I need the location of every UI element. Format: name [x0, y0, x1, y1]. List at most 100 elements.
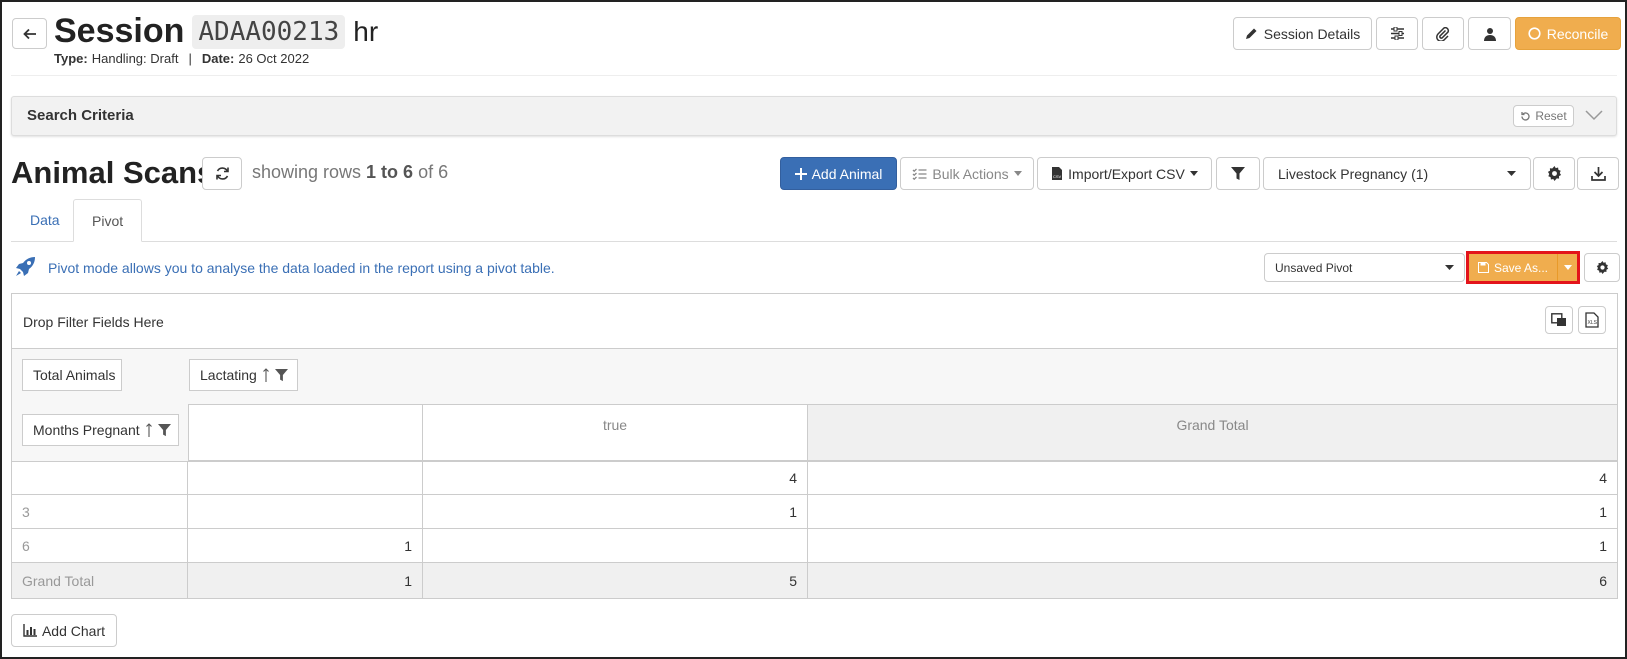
row-field-label: Months Pregnant: [33, 422, 140, 438]
type-value: Handling: Draft: [91, 51, 179, 66]
arrow-left-icon: [22, 28, 36, 39]
caret-down-icon: [1189, 171, 1198, 176]
pivot-layout-button[interactable]: [1545, 306, 1573, 334]
column-header: [188, 404, 423, 461]
save-as-label: Save As...: [1493, 260, 1549, 275]
type-label: Type:: [54, 51, 88, 66]
session-suffix: hr: [353, 15, 379, 47]
refresh-icon: [215, 167, 229, 180]
session-code: ADAA00213: [192, 14, 346, 49]
report-select-value: Livestock Pregnancy (1): [1278, 165, 1429, 182]
caret-down-icon: [1013, 171, 1022, 176]
header-divider: [11, 75, 1617, 76]
pivot-select[interactable]: Unsaved Pivot: [1264, 253, 1465, 282]
reconcile-button[interactable]: Reconcile: [1515, 17, 1621, 50]
tab-data[interactable]: Data: [16, 199, 74, 241]
download-button[interactable]: [1577, 157, 1619, 190]
add-animal-button[interactable]: Add Animal: [780, 157, 897, 190]
svg-text:XLS: XLS: [1588, 320, 1598, 326]
save-as-button[interactable]: Save As...: [1469, 254, 1557, 281]
row-count-prefix: showing rows: [252, 162, 362, 182]
caret-down-icon: [1445, 265, 1454, 270]
sliders-icon: [1390, 27, 1404, 40]
table-cell: 6: [808, 563, 1617, 598]
table-cell: 1: [188, 529, 423, 563]
export-excel-button[interactable]: XLS: [1578, 306, 1606, 334]
import-export-button[interactable]: CSV Import/Export CSV: [1037, 157, 1212, 190]
add-chart-button[interactable]: Add Chart: [11, 614, 117, 647]
row-header: 6: [12, 529, 188, 563]
reconcile-label: Reconcile: [1546, 25, 1609, 42]
table-cell: 4: [808, 461, 1617, 495]
row-header: 3: [12, 495, 188, 529]
caret-down-icon: [1563, 265, 1572, 270]
tab-pivot[interactable]: Pivot: [73, 199, 143, 242]
filter-icon[interactable]: [157, 423, 171, 437]
page-title-text: Session: [54, 12, 185, 50]
row-count: showing rows 1 to 6 of 6: [252, 162, 448, 183]
column-field-chip[interactable]: Lactating: [189, 359, 298, 391]
sliders-button[interactable]: [1376, 17, 1418, 50]
column-field-label: Lactating: [200, 367, 257, 383]
plus-icon: [794, 167, 807, 180]
value-field-chip[interactable]: Total Animals: [22, 359, 122, 391]
sort-arrow-icon[interactable]: [145, 423, 152, 437]
table-layout-icon: [1551, 313, 1566, 326]
filter-icon: [1231, 166, 1245, 180]
table-cell: [188, 461, 423, 495]
pivot-select-value: Unsaved Pivot: [1275, 260, 1353, 275]
search-criteria-title: Search Criteria: [27, 107, 134, 124]
add-chart-label: Add Chart: [41, 622, 106, 639]
gear-icon: [1547, 166, 1561, 181]
reset-label: Reset: [1535, 109, 1567, 123]
report-select[interactable]: Livestock Pregnancy (1): [1263, 157, 1531, 190]
tab-bar: Data Pivot: [11, 199, 1617, 242]
chevron-down-icon[interactable]: [1584, 108, 1604, 122]
pivot-settings-button[interactable]: [1584, 253, 1620, 282]
animal-scans-title: Animal Scans: [11, 155, 215, 190]
bulk-actions-button[interactable]: Bulk Actions: [900, 157, 1034, 190]
table-cell: 1: [423, 495, 808, 529]
row-count-range: 1 to 6: [366, 162, 414, 182]
reset-button[interactable]: Reset: [1513, 105, 1574, 127]
column-header-grand-total: Grand Total: [808, 404, 1617, 461]
sort-arrow-icon[interactable]: [262, 368, 269, 382]
row-header-grand-total: Grand Total: [12, 563, 188, 598]
report-settings-button[interactable]: [1533, 157, 1575, 190]
bar-chart-icon: [23, 624, 37, 637]
table-cell: [188, 495, 423, 529]
save-as-dropdown-button[interactable]: [1557, 254, 1577, 281]
bulk-actions-label: Bulk Actions: [932, 165, 1009, 182]
refresh-button[interactable]: [202, 157, 242, 190]
session-meta: Type: Handling: Draft | Date: 26 Oct 202…: [54, 51, 309, 66]
filter-button[interactable]: [1216, 157, 1260, 190]
filter-icon[interactable]: [274, 368, 288, 382]
search-criteria-panel[interactable]: Search Criteria Reset: [11, 96, 1617, 136]
add-animal-label: Add Animal: [811, 165, 883, 182]
session-details-label: Session Details: [1263, 25, 1361, 42]
column-header: true: [423, 404, 808, 461]
table-cell: 1: [808, 495, 1617, 529]
filter-drop-zone[interactable]: Drop Filter Fields Here XLS: [12, 294, 1617, 349]
download-icon: [1590, 167, 1606, 181]
checklist-icon: [912, 168, 927, 180]
table-cell: 5: [423, 563, 808, 598]
table-cell: 4: [423, 461, 808, 495]
attachment-button[interactable]: [1422, 17, 1464, 50]
svg-text:CSV: CSV: [1053, 174, 1062, 179]
filter-drop-label: Drop Filter Fields Here: [23, 314, 164, 330]
user-button[interactable]: [1468, 17, 1511, 50]
date-value: 26 Oct 2022: [238, 51, 310, 66]
csv-file-icon: CSV: [1052, 167, 1063, 180]
floppy-disk-icon: [1477, 262, 1489, 273]
paperclip-icon: [1436, 26, 1450, 41]
user-icon: [1483, 27, 1496, 41]
gear-icon: [1596, 261, 1608, 274]
back-button[interactable]: [12, 18, 47, 49]
circle-icon: [1528, 27, 1541, 40]
session-details-button[interactable]: Session Details: [1233, 17, 1372, 50]
caret-down-icon: [1507, 171, 1516, 176]
pencil-icon: [1245, 28, 1257, 39]
table-cell: 1: [188, 563, 423, 598]
row-field-chip[interactable]: Months Pregnant: [22, 414, 179, 446]
